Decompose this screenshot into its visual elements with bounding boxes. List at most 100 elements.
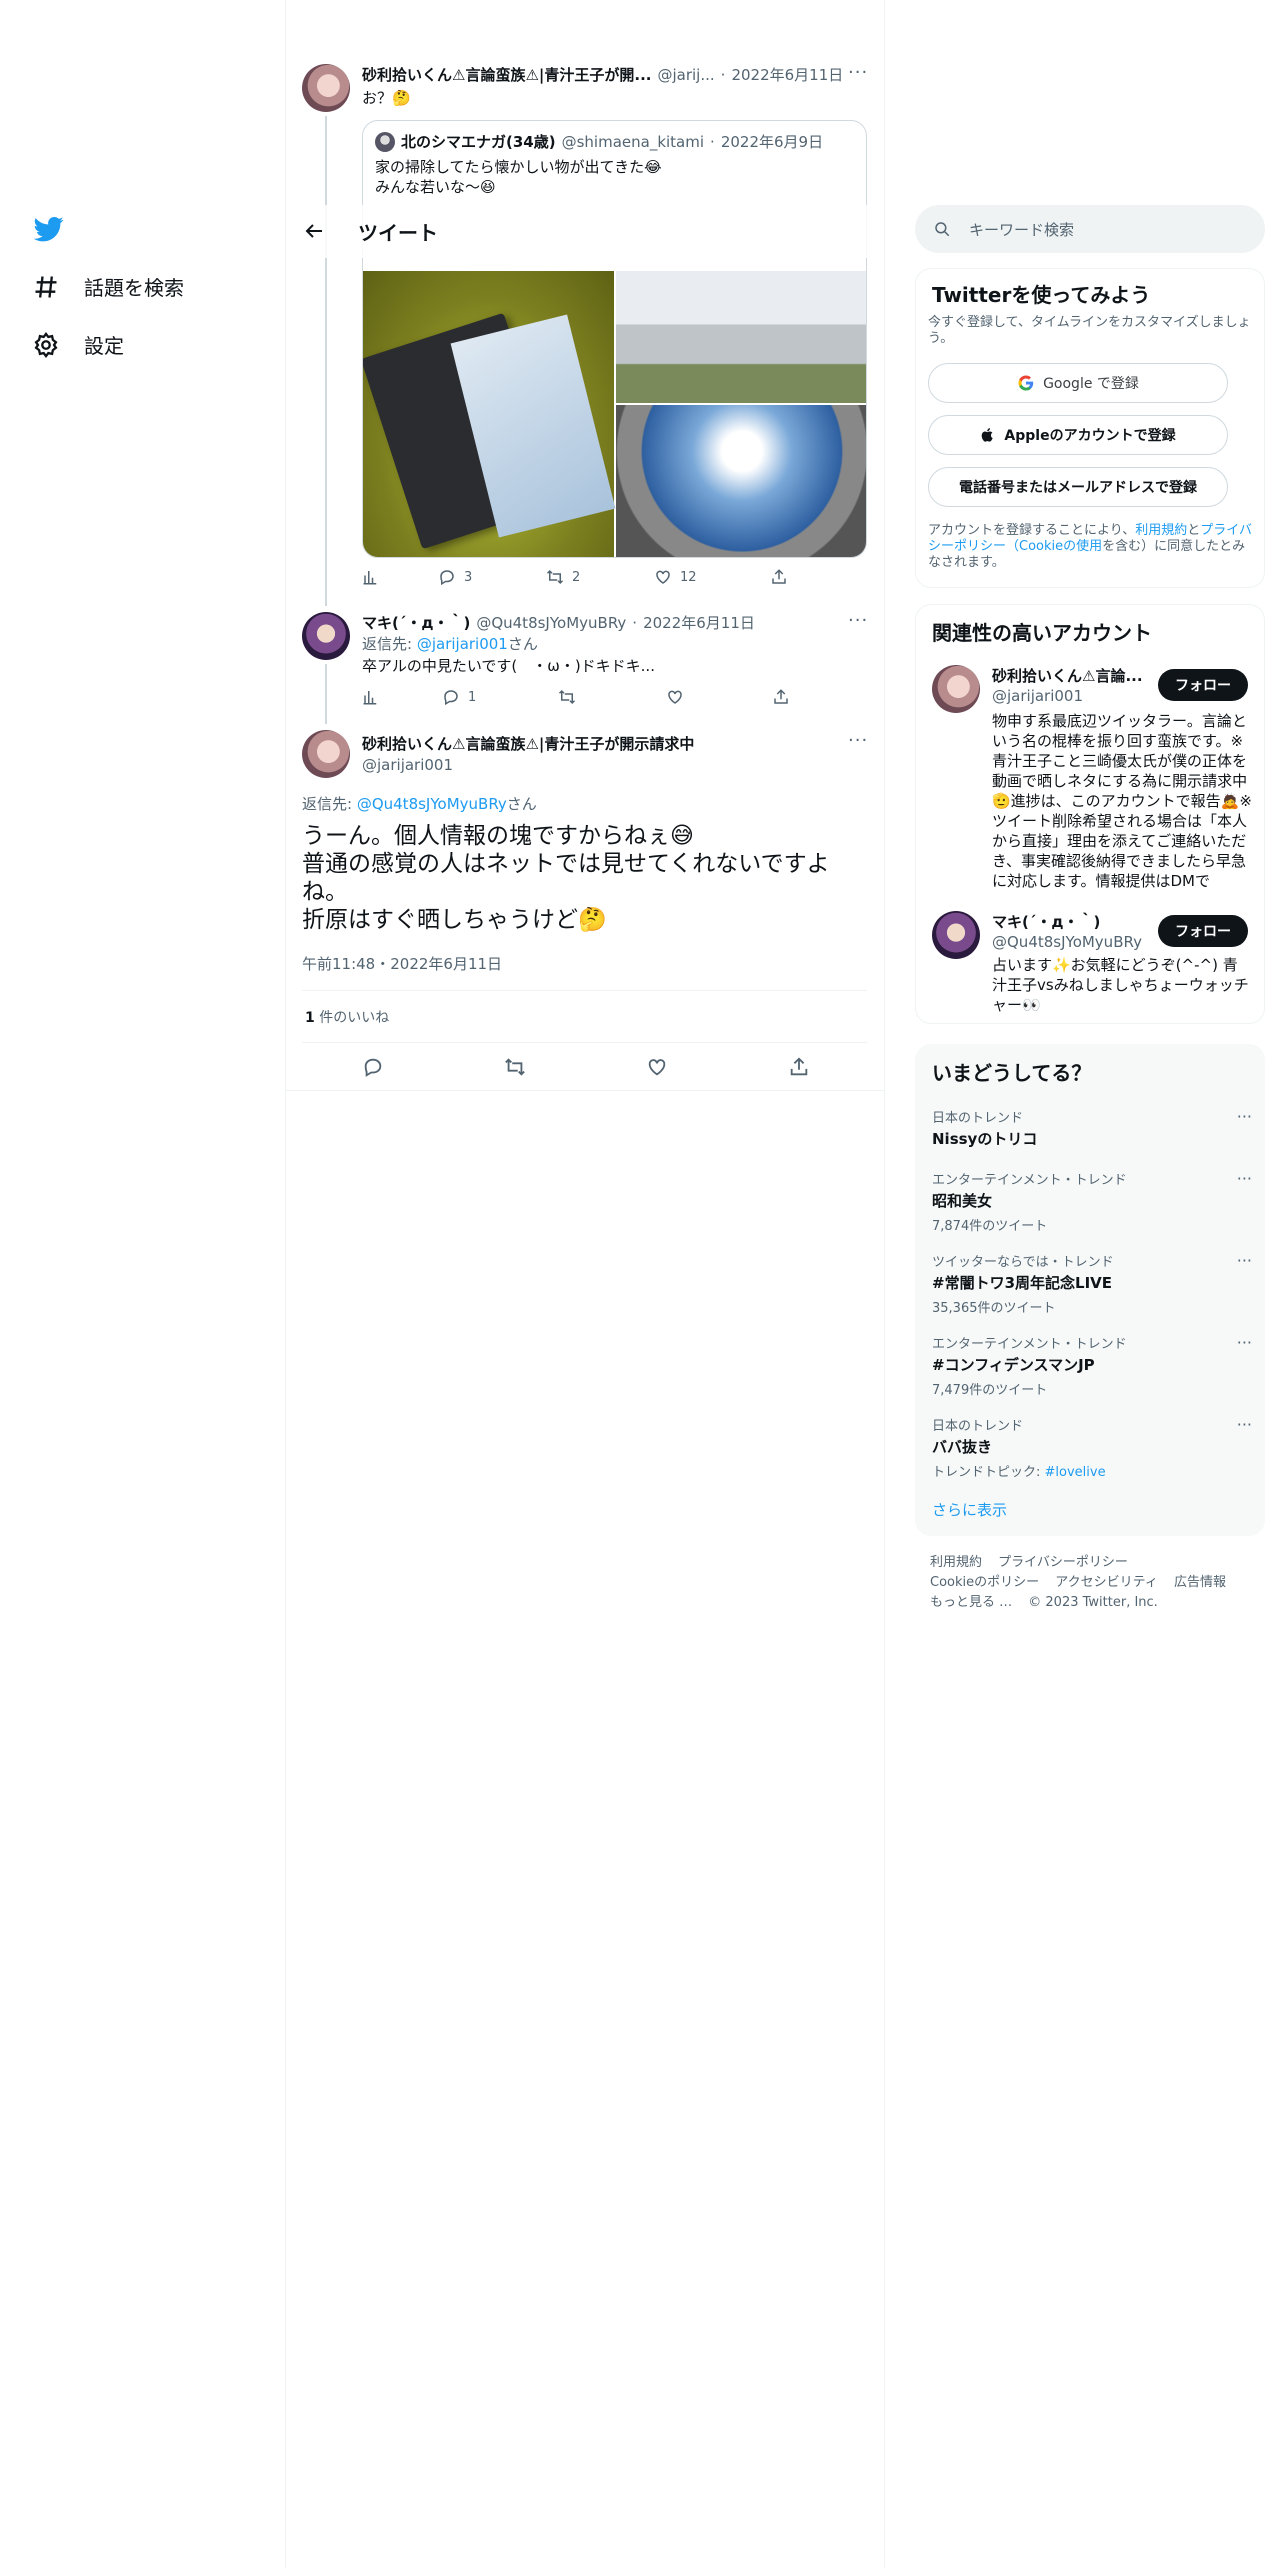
photo-school-gate[interactable] — [616, 405, 866, 557]
avatar[interactable] — [302, 612, 350, 660]
share-button[interactable] — [788, 1056, 810, 1078]
trend-category: エンターテインメント・トレンド — [932, 1173, 1127, 1188]
avatar[interactable] — [302, 730, 350, 778]
reply-to-link[interactable]: @jarijari001 — [417, 635, 508, 653]
trend-name: 昭和美女 — [932, 1192, 993, 1210]
sidebar-item-settings[interactable]: 設定 — [32, 330, 124, 359]
related-title: 関連性の高いアカウント — [932, 621, 1152, 645]
tweet-actions: 3 2 12 — [362, 568, 788, 586]
focused-text-line: 折原はすぐ晒しちゃうけど🤔 — [302, 907, 607, 933]
sidebar-item-explore[interactable]: 話題を検索 — [32, 272, 184, 301]
back-arrow-icon[interactable] — [302, 219, 326, 243]
more-options-icon[interactable]: ··· — [1237, 1333, 1252, 1352]
share-button[interactable] — [770, 568, 788, 586]
trend-count: 35,365件のツイート — [932, 1301, 1056, 1316]
retweet-button[interactable] — [558, 688, 666, 706]
trend-name: ババ抜き — [932, 1438, 993, 1456]
account-name[interactable]: マキ(´・д・｀) — [992, 911, 1100, 932]
footer-link[interactable]: 利用規約 — [930, 1555, 982, 1570]
tweet-text: お？🤔 — [362, 89, 411, 107]
trend-item[interactable]: 日本のトレンド ババ抜き トレンドトピック: #lovelive ··· — [932, 1415, 1252, 1480]
trend-item[interactable]: ツイッターならでは・トレンド #常闇トワ3周年記念LIVE 35,365件のツイ… — [932, 1251, 1252, 1316]
photo-yearbook[interactable] — [363, 271, 616, 557]
more-options-icon[interactable]: ··· — [1237, 1169, 1252, 1188]
like-button[interactable]: 12 — [654, 568, 770, 586]
reply-count: 3 — [464, 569, 473, 585]
analytics-button[interactable] — [362, 568, 438, 586]
more-options-icon[interactable]: ··· — [848, 730, 868, 751]
reply-to-suffix: さん — [506, 795, 537, 813]
follow-button[interactable]: フォロー — [1158, 915, 1248, 947]
terms-link[interactable]: 利用規約 — [1135, 523, 1187, 538]
photo-school-building[interactable] — [616, 271, 866, 403]
tweet-author-name[interactable]: マキ(´・д・｀) — [362, 612, 470, 633]
avatar[interactable] — [932, 911, 980, 959]
like-button[interactable] — [646, 1056, 788, 1078]
more-options-icon[interactable]: ··· — [1237, 1415, 1252, 1434]
avatar[interactable] — [302, 64, 350, 112]
account-handle[interactable]: @jarijari001 — [992, 687, 1083, 705]
reply-to-prefix: 返信先: — [362, 635, 417, 653]
focused-author-handle[interactable]: @jarijari001 — [362, 756, 694, 774]
likes-summary[interactable]: 1 件のいいね — [305, 1008, 389, 1028]
show-more-link[interactable]: さらに表示 — [932, 1499, 1007, 1520]
search-input[interactable]: キーワード検索 — [915, 205, 1265, 253]
avatar[interactable] — [932, 665, 980, 713]
reply-button[interactable]: 3 — [438, 568, 546, 586]
reply-button[interactable]: 1 — [442, 688, 558, 706]
footer-link[interactable]: もっと見る … — [930, 1595, 1012, 1610]
signup-subtitle: 今すぐ登録して、タイムラインをカスタマイズしましょう。 — [928, 315, 1251, 346]
share-icon — [772, 569, 786, 584]
left-navigation: 話題を検索 設定 — [0, 0, 285, 2568]
trend-item[interactable]: エンターテインメント・トレンド 昭和美女 7,874件のツイート ··· — [932, 1169, 1252, 1234]
share-button[interactable] — [772, 688, 790, 706]
follow-button[interactable]: フォロー — [1158, 669, 1248, 701]
tweet-time[interactable]: 2022年6月11日 — [731, 64, 843, 85]
trend-topic-link[interactable]: #lovelive — [1045, 1465, 1106, 1480]
more-options-icon[interactable]: ··· — [1237, 1107, 1252, 1126]
more-options-icon[interactable]: ··· — [848, 62, 868, 83]
like-button[interactable] — [666, 688, 772, 706]
footer-link[interactable]: Cookieのポリシー — [930, 1575, 1039, 1590]
retweet-button[interactable] — [504, 1056, 646, 1078]
quoted-author-handle: @shimaena_kitami — [561, 132, 705, 151]
analytics-button[interactable] — [362, 688, 442, 706]
footer-link[interactable]: アクセシビリティ — [1055, 1575, 1158, 1590]
phone-signup-label: 電話番号またはメールアドレスで登録 — [959, 480, 1197, 496]
retweet-button[interactable]: 2 — [546, 568, 654, 586]
account-name[interactable]: 砂利拾いくん⚠言論... — [992, 665, 1142, 686]
focused-timestamp[interactable]: 午前11:48・2022年6月11日 — [302, 954, 502, 974]
trend-category: ツイッターならでは・トレンド — [932, 1255, 1114, 1270]
trend-item[interactable]: 日本のトレンド Nissyのトリコ ··· — [932, 1107, 1252, 1149]
sidebar-item-label: 話題を検索 — [84, 276, 184, 300]
reply-icon — [440, 570, 454, 586]
twitter-logo-icon[interactable] — [32, 214, 66, 244]
signup-legal-text: アカウントを登録することにより、利用規約とプライバシーポリシー（Cookieの使… — [928, 523, 1253, 571]
reply-button[interactable] — [362, 1056, 504, 1078]
tweet-author-handle[interactable]: @Qu4t8sJYoMyuBRy — [476, 614, 626, 632]
legal-prefix: アカウントを登録することにより、 — [928, 523, 1136, 538]
tweet-time[interactable]: 2022年6月11日 — [643, 612, 755, 633]
analytics-icon — [363, 691, 377, 705]
account-bio: 占います✨お気軽にどうぞ(^-^) 青汁王子vsみねしましゃちょーウォッチャー👀 — [992, 956, 1249, 1014]
share-icon — [790, 1057, 808, 1076]
retweet-icon — [558, 689, 576, 705]
focused-author-name[interactable]: 砂利拾いくん⚠言論蛮族⚠|青汁王子が開示請求中 — [362, 733, 694, 754]
more-options-icon[interactable]: ··· — [1237, 1251, 1252, 1270]
footer-link[interactable]: 広告情報 — [1174, 1575, 1226, 1590]
more-options-icon[interactable]: ··· — [848, 610, 868, 631]
footer-link[interactable]: プライバシーポリシー — [998, 1555, 1128, 1570]
apple-signup-button[interactable]: Appleのアカウントで登録 — [928, 415, 1228, 455]
quoted-tweet-card[interactable]: 北のシマエナガ(34歳) @shimaena_kitami · 2022年6月9… — [362, 120, 867, 558]
account-handle[interactable]: @Qu4t8sJYoMyuBRy — [992, 933, 1142, 951]
google-signup-button[interactable]: Google で登録 — [928, 363, 1228, 403]
tweet-author-handle[interactable]: @jarij... — [657, 66, 714, 84]
quoted-text-line: 家の掃除してたら懐かしい物が出てきた😂 — [375, 158, 662, 176]
reply-to-link[interactable]: @Qu4t8sJYoMyuBRy — [357, 795, 507, 813]
focused-tweet-header: 砂利拾いくん⚠言論蛮族⚠|青汁王子が開示請求中 @jarijari001 — [362, 733, 694, 774]
tweet-author-name[interactable]: 砂利拾いくん⚠言論蛮族⚠|青汁王子が開... — [362, 64, 651, 85]
signup-card: Twitterを使ってみよう 今すぐ登録して、タイムラインをカスタマイズしましょ… — [915, 268, 1265, 588]
quoted-tweet-header: 北のシマエナガ(34歳) @shimaena_kitami · 2022年6月9… — [375, 131, 823, 152]
trend-item[interactable]: エンターテインメント・トレンド #コンフィデンスマンJP 7,479件のツイート… — [932, 1333, 1252, 1398]
phone-email-signup-button[interactable]: 電話番号またはメールアドレスで登録 — [928, 467, 1228, 507]
